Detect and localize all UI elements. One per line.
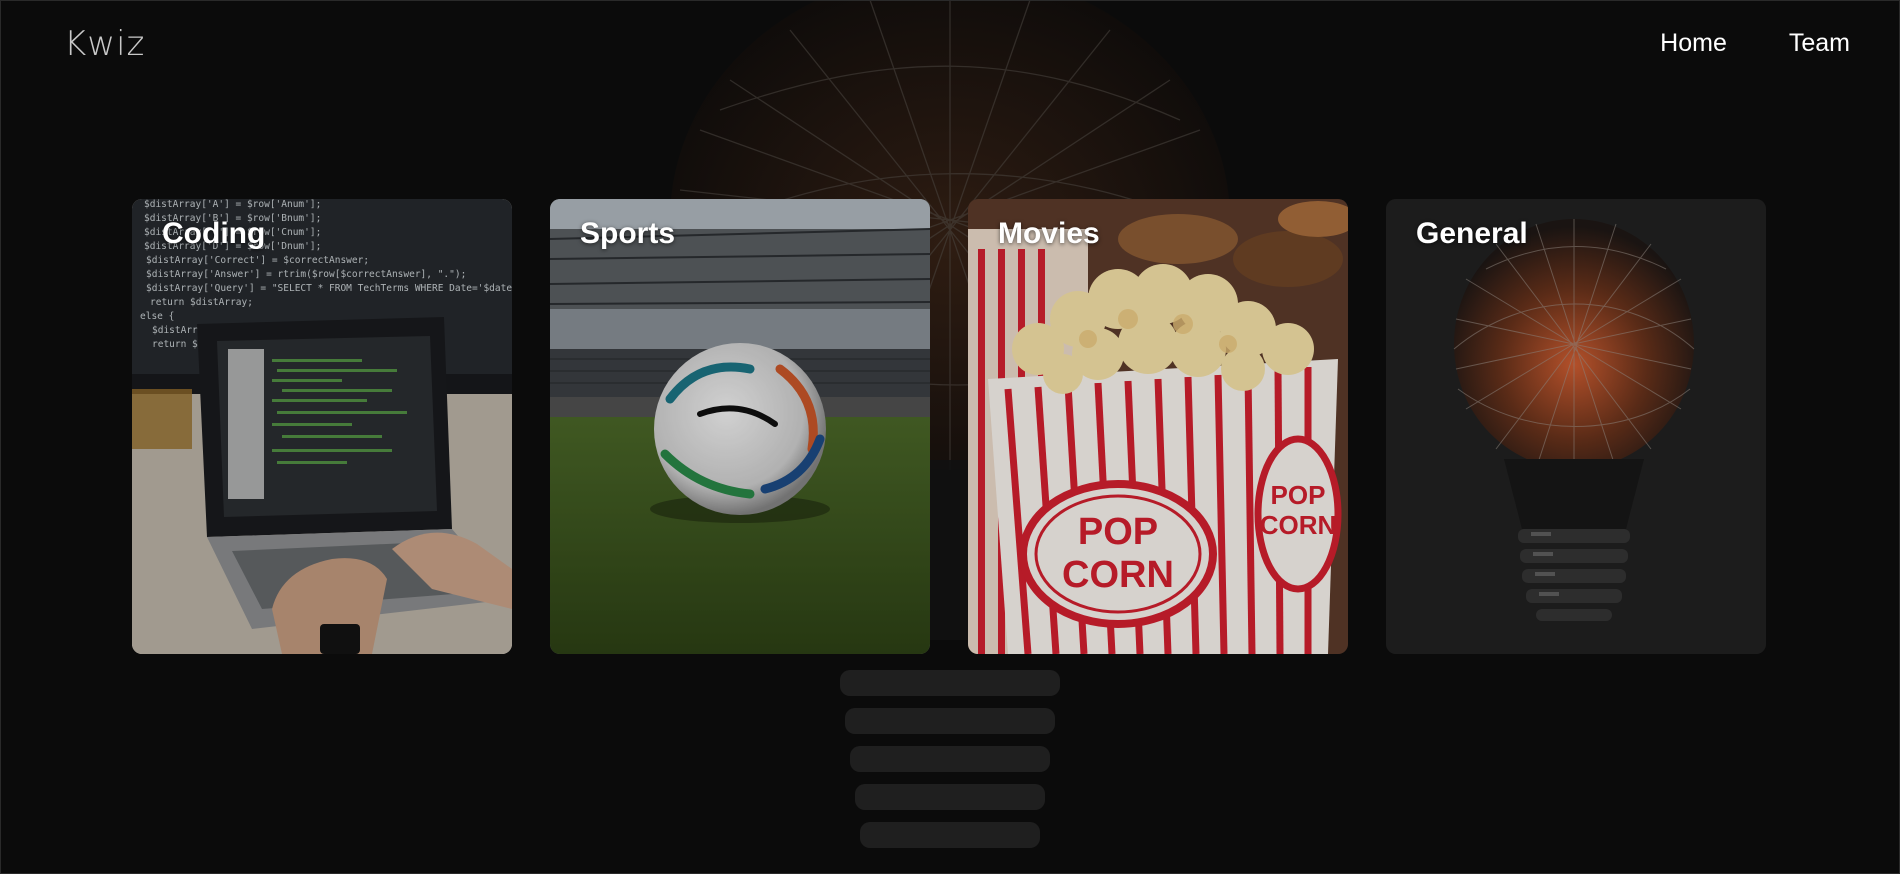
card-title-movies: Movies xyxy=(998,217,1100,250)
category-card-sports[interactable]: Sports xyxy=(550,199,930,654)
category-card-grid: $distArray['A'] = $row['Anum']; $distArr… xyxy=(132,199,1766,654)
top-navigation-bar: Kwiz Home Team xyxy=(0,0,1900,90)
category-card-general[interactable]: General xyxy=(1386,199,1766,654)
category-card-movies[interactable]: POP CORN POP CORN Movies xyxy=(968,199,1348,654)
nav-home-link[interactable]: Home xyxy=(1660,29,1727,58)
brand-logo[interactable]: Kwiz xyxy=(64,24,145,64)
card-title-sports: Sports xyxy=(580,217,676,250)
nav-team-link[interactable]: Team xyxy=(1789,29,1850,58)
popcorn-box-image: POP CORN POP CORN xyxy=(968,199,1348,654)
laptop-code-image: $distArray['A'] = $row['Anum']; $distArr… xyxy=(132,199,512,654)
soccer-ball-stadium-image xyxy=(550,199,930,654)
dark-lightbulb-image xyxy=(1386,199,1766,654)
card-title-general: General xyxy=(1416,217,1528,250)
card-title-coding: Coding xyxy=(162,217,266,250)
main-nav: Home Team xyxy=(1660,29,1850,58)
category-card-coding[interactable]: $distArray['A'] = $row['Anum']; $distArr… xyxy=(132,199,512,654)
